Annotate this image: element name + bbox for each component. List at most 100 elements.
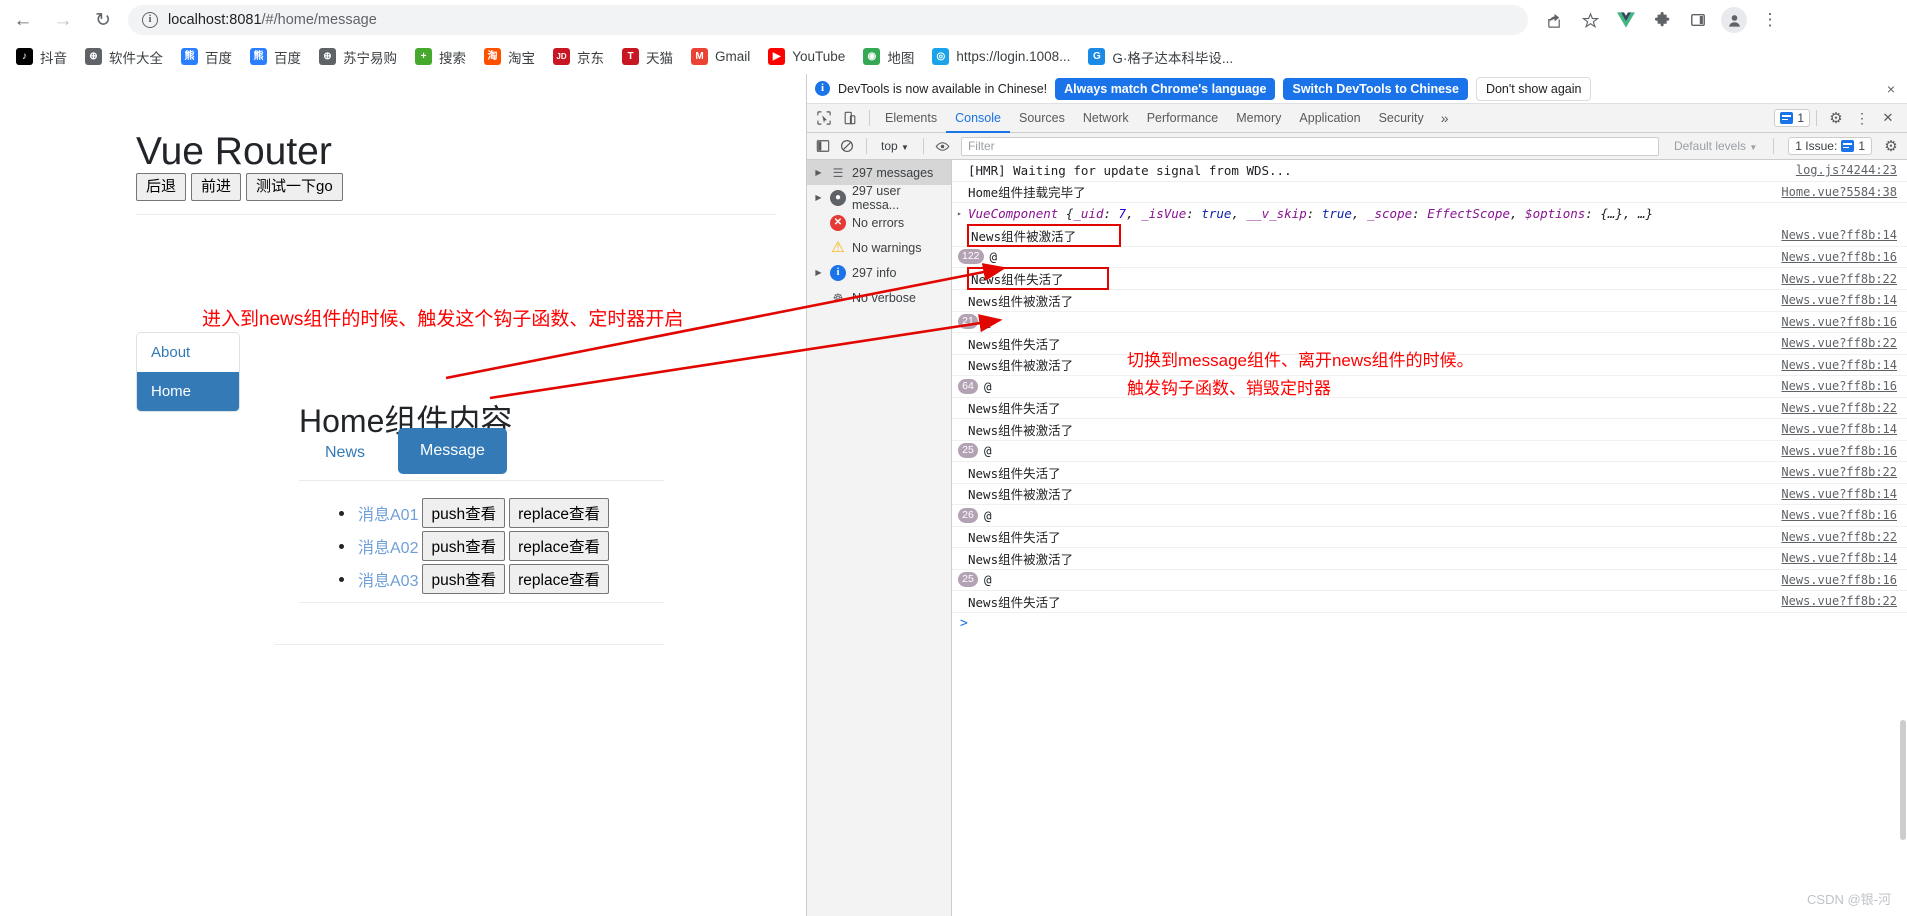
console-log-source-link[interactable]: News.vue?ff8b:14 [1781, 228, 1897, 242]
bookmark-item[interactable]: 淘淘宝 [476, 44, 543, 70]
console-log-source-link[interactable]: News.vue?ff8b:22 [1781, 594, 1897, 608]
console-sidebar-item[interactable]: ▶✕No errors [807, 210, 951, 235]
execution-context-select[interactable]: top ▼ [875, 139, 915, 153]
console-sidebar-toggle-icon[interactable] [812, 135, 834, 157]
tab-elements[interactable]: Elements [876, 104, 946, 133]
sidebar-item-about[interactable]: About [137, 333, 239, 372]
switch-devtools-chinese-button[interactable]: Switch DevTools to Chinese [1283, 77, 1468, 100]
tab-performance[interactable]: Performance [1138, 104, 1228, 133]
bookmark-item[interactable]: 熊百度 [173, 44, 240, 70]
console-sidebar-item[interactable]: ▶⚠No warnings [807, 235, 951, 260]
close-devtools-icon[interactable]: ✕ [1875, 106, 1901, 130]
message-link[interactable]: 消息A02 [358, 534, 418, 558]
always-match-language-button[interactable]: Always match Chrome's language [1055, 77, 1276, 100]
router-button-1[interactable]: 前进 [191, 173, 242, 201]
devtools-kebab-menu-icon[interactable]: ⋮ [1849, 106, 1875, 130]
push-view-button[interactable]: push查看 [422, 498, 506, 528]
console-filter-input[interactable]: Filter [960, 136, 1659, 156]
tab-message[interactable]: Message [398, 428, 507, 474]
console-log-source-link[interactable]: News.vue?ff8b:16 [1781, 573, 1897, 587]
tab-memory[interactable]: Memory [1227, 104, 1290, 133]
console-log-source-link[interactable]: News.vue?ff8b:16 [1781, 379, 1897, 393]
scrollbar-thumb[interactable] [1900, 720, 1906, 840]
share-icon[interactable] [1539, 5, 1569, 35]
push-view-button[interactable]: push查看 [422, 531, 506, 561]
console-log-source-link[interactable]: log.js?4244:23 [1796, 163, 1897, 177]
console-log-row[interactable]: 64 @ News.vue?ff8b:16 [952, 376, 1907, 398]
console-log-row[interactable]: News组件失活了 News.vue?ff8b:22 [952, 591, 1907, 613]
reload-icon[interactable]: ↻ [86, 3, 120, 37]
console-log-row[interactable]: News组件被激活了 News.vue?ff8b:14 [952, 419, 1907, 441]
bookmark-item[interactable]: + 搜索 [407, 44, 474, 70]
console-log-source-link[interactable]: News.vue?ff8b:22 [1781, 336, 1897, 350]
issues-badge-top[interactable]: 1 [1774, 109, 1810, 127]
console-log-row[interactable]: News组件被激活了 News.vue?ff8b:14 [952, 290, 1907, 312]
replace-view-button[interactable]: replace查看 [509, 498, 609, 528]
close-infobar-icon[interactable]: × [1883, 81, 1899, 97]
bookmark-item[interactable]: ⊕ 苏宁易购 [311, 44, 405, 70]
tab-network[interactable]: Network [1074, 104, 1138, 133]
console-log-source-link[interactable]: News.vue?ff8b:22 [1781, 401, 1897, 415]
console-log-source-link[interactable]: News.vue?ff8b:16 [1781, 508, 1897, 522]
clear-console-icon[interactable] [836, 135, 858, 157]
dont-show-again-button[interactable]: Don't show again [1475, 76, 1592, 101]
message-link[interactable]: 消息A01 [358, 501, 418, 525]
chrome-menu-icon[interactable]: ⋮ [1755, 5, 1785, 35]
console-log-source-link[interactable]: News.vue?ff8b:14 [1781, 293, 1897, 307]
console-log-row[interactable]: News组件失活了 News.vue?ff8b:22 [952, 527, 1907, 548]
bookmark-item[interactable]: ♪ 抖音 [8, 44, 75, 70]
console-sidebar-item[interactable]: ▶ ☰ 297 messages [807, 160, 951, 185]
console-log-source-link[interactable]: News.vue?ff8b:22 [1781, 530, 1897, 544]
bookmark-item[interactable]: M Gmail [683, 44, 758, 70]
console-log-row[interactable]: 122 @ News.vue?ff8b:16 [952, 247, 1907, 268]
bookmark-item[interactable]: ◎ https://login.1008... [924, 44, 1078, 70]
tab-application[interactable]: Application [1290, 104, 1369, 133]
console-log-row[interactable]: 21 @ News.vue?ff8b:16 [952, 312, 1907, 333]
console-log-source-link[interactable]: News.vue?ff8b:22 [1781, 465, 1897, 479]
console-sidebar-item[interactable]: ▶ ● 297 user messa... [807, 184, 951, 212]
tab-sources[interactable]: Sources [1010, 104, 1074, 133]
tab-console[interactable]: Console [946, 104, 1010, 133]
extensions-puzzle-icon[interactable] [1647, 5, 1677, 35]
site-info-icon[interactable]: i [142, 12, 158, 28]
vue-devtools-extension-icon[interactable] [1611, 5, 1641, 35]
device-toolbar-icon[interactable] [837, 106, 863, 130]
console-log-row[interactable]: [HMR] Waiting for update signal from WDS… [952, 160, 1907, 182]
console-log-row[interactable]: News组件失活了 News.vue?ff8b:22 [952, 267, 1907, 290]
bookmark-star-icon[interactable] [1575, 5, 1605, 35]
bookmark-item[interactable]: ⊕ 软件大全 [77, 44, 171, 70]
chevron-right-icon[interactable]: ▶ [813, 268, 824, 277]
console-log-row[interactable]: News组件被激活了 News.vue?ff8b:14 [952, 223, 1907, 247]
console-eye-icon[interactable] [932, 135, 954, 157]
side-panel-icon[interactable] [1683, 5, 1713, 35]
bookmark-item[interactable]: ▶ YouTube [760, 44, 853, 70]
console-log-row[interactable]: News组件被激活了 News.vue?ff8b:14 [952, 484, 1907, 505]
console-log-source-link[interactable]: News.vue?ff8b:16 [1781, 444, 1897, 458]
back-icon[interactable]: ← [6, 3, 40, 37]
more-tabs-icon[interactable]: » [1433, 110, 1457, 126]
console-log-row[interactable]: News组件被激活了 News.vue?ff8b:14 [952, 548, 1907, 570]
sidebar-item-home[interactable]: Home [137, 372, 239, 411]
console-log-row[interactable]: ▸ VueComponent {_uid: 7, _isVue: true, __… [952, 203, 1907, 225]
address-bar[interactable]: i localhost:8081/#/home/message [128, 5, 1528, 35]
bookmark-item[interactable]: ◉ 地图 [855, 44, 922, 70]
console-settings-gear-icon[interactable]: ⚙ [1880, 135, 1902, 157]
console-prompt[interactable]: > [952, 613, 1907, 635]
console-log-source-link[interactable]: News.vue?ff8b:14 [1781, 422, 1897, 436]
forward-icon[interactable]: → [46, 3, 80, 37]
chevron-right-icon[interactable]: ▶ [813, 193, 824, 202]
tab-news[interactable]: News [310, 434, 380, 472]
router-button-2[interactable]: 测试一下go [246, 173, 343, 201]
message-link[interactable]: 消息A03 [358, 567, 418, 591]
console-log-row[interactable]: News组件失活了 News.vue?ff8b:22 [952, 462, 1907, 484]
expand-triangle-icon[interactable]: ▸ [957, 209, 962, 218]
console-log-source-link[interactable]: News.vue?ff8b:14 [1781, 551, 1897, 565]
console-sidebar-item[interactable]: ▶☸No verbose [807, 285, 951, 310]
console-sidebar-item[interactable]: ▶ i 297 info [807, 260, 951, 285]
replace-view-button[interactable]: replace查看 [509, 531, 609, 561]
console-log-row[interactable]: 26 @ News.vue?ff8b:16 [952, 505, 1907, 527]
console-log-source-link[interactable]: News.vue?ff8b:22 [1781, 272, 1897, 286]
console-log-source-link[interactable]: Home.vue?5584:38 [1781, 185, 1897, 199]
bookmark-item[interactable]: JD 京东 [545, 44, 612, 70]
replace-view-button[interactable]: replace查看 [509, 564, 609, 594]
